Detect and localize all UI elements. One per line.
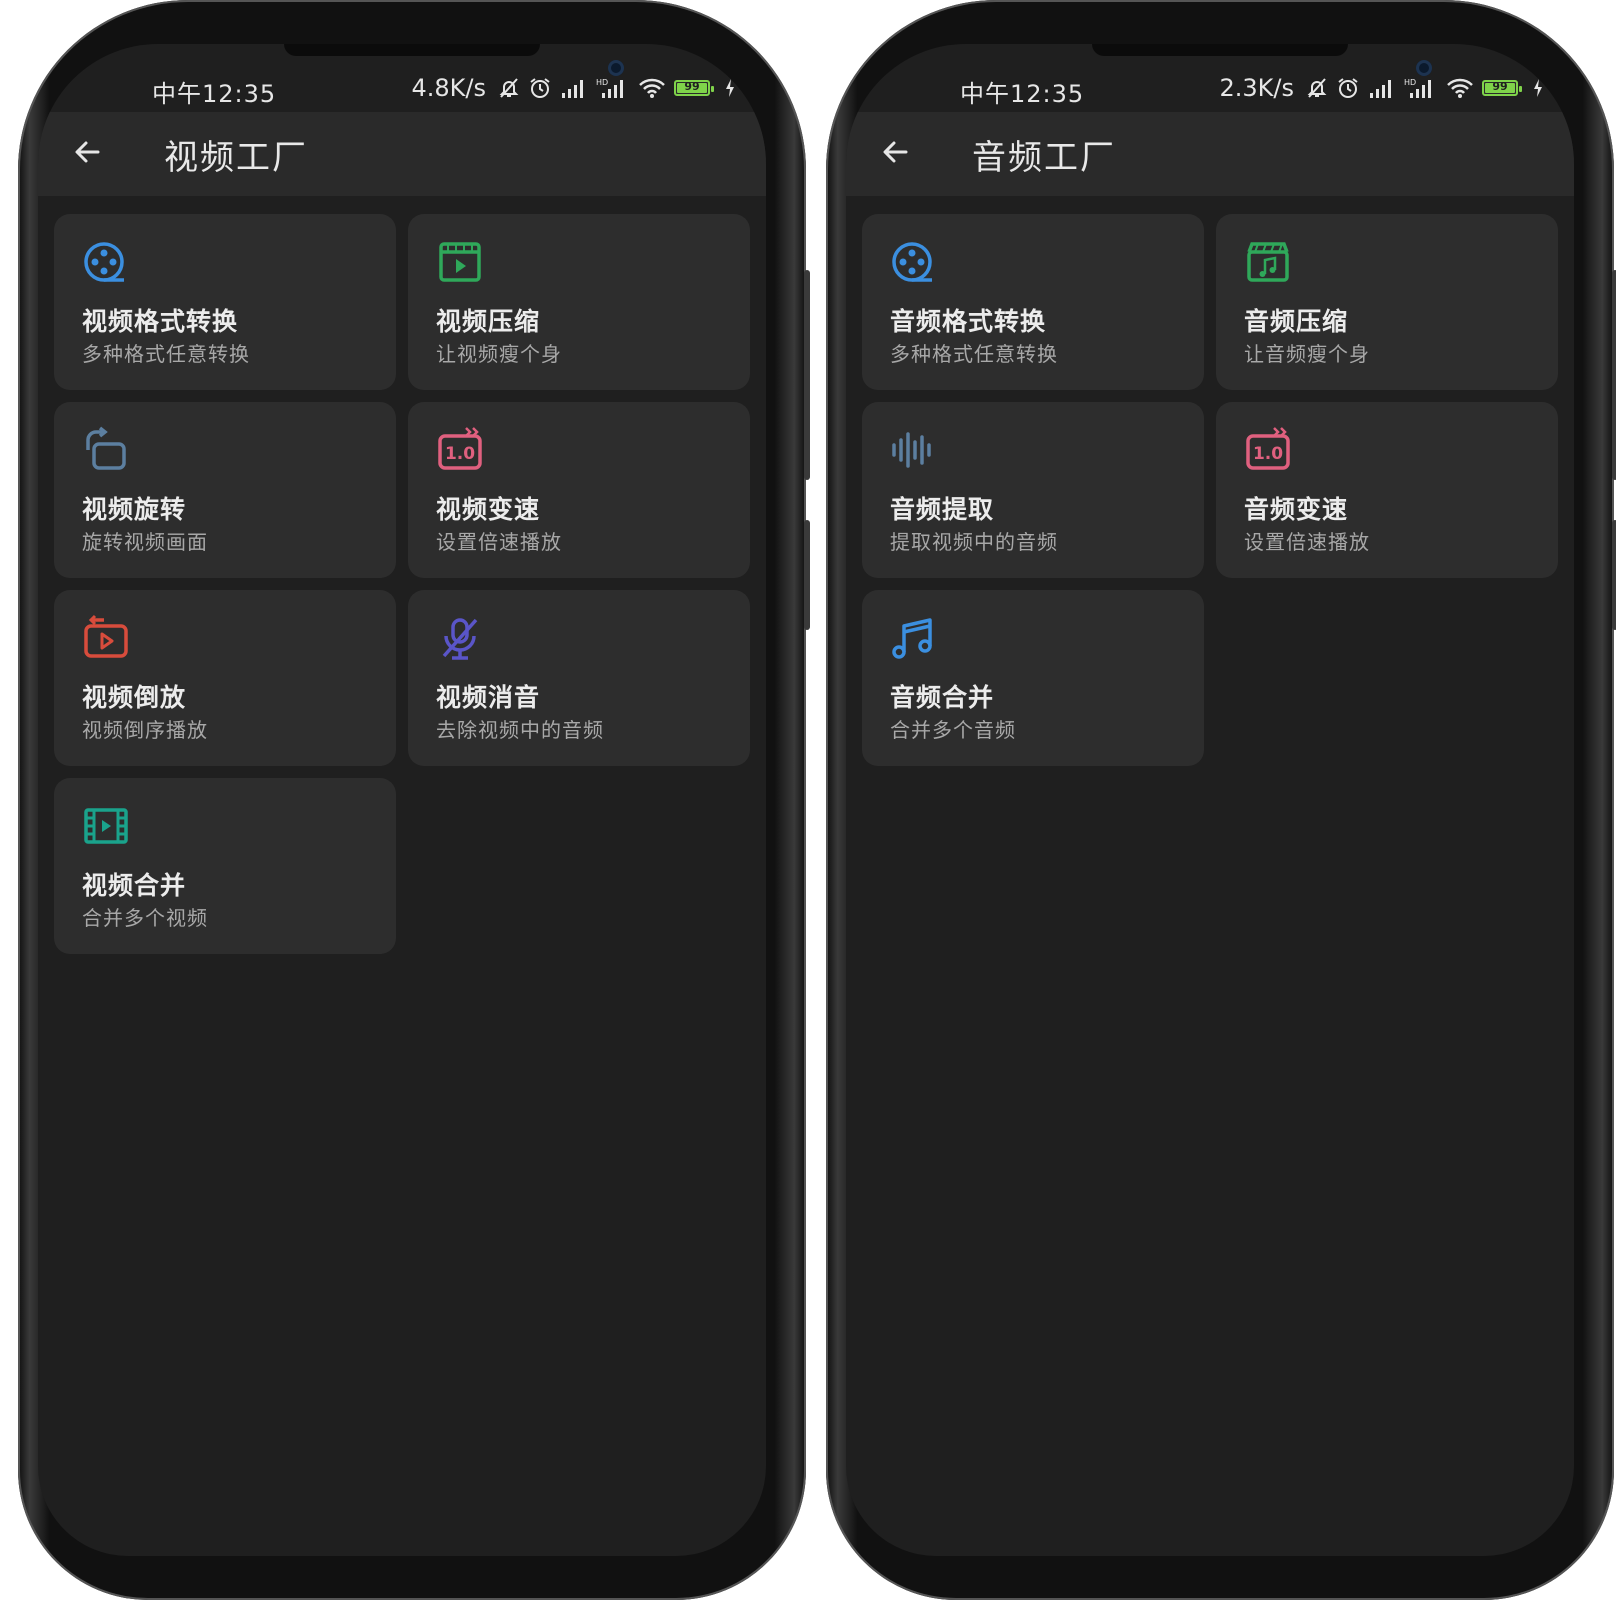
card-title: 音频压缩	[1244, 307, 1349, 336]
tool-card-mute[interactable]: 视频消音 去除视频中的音频	[408, 590, 750, 766]
page-title: 音频工厂	[972, 138, 1116, 178]
network-speed: 4.8K/s	[411, 74, 487, 102]
tool-card-speed[interactable]: 1.0 音频变速 设置倍速播放	[1216, 402, 1558, 578]
screen: 中午12:35 4.8K/s HD 99 视频工厂 视频格式转换 多种格式任意转…	[38, 44, 766, 1556]
tool-grid: 音频格式转换 多种格式任意转换 音频压缩 让音频瘦个身 音频提取 提取视频中的音…	[862, 214, 1558, 766]
sound-wave-icon	[892, 432, 931, 468]
tool-card-format-convert[interactable]: 视频格式转换 多种格式任意转换	[54, 214, 396, 390]
card-title: 音频合并	[890, 683, 995, 712]
mute-bell-icon	[499, 78, 519, 98]
rotate-icon	[86, 426, 126, 470]
status-time: 中午12:35	[960, 80, 1085, 108]
side-button	[804, 520, 810, 630]
charging-icon	[726, 79, 734, 97]
back-arrow-icon[interactable]	[876, 132, 916, 172]
card-title: 视频压缩	[436, 307, 541, 336]
battery-icon: 99	[674, 80, 714, 96]
tool-card-merge[interactable]: 音频合并 合并多个音频	[862, 590, 1204, 766]
card-subtitle: 设置倍速播放	[436, 530, 562, 554]
tool-card-compress[interactable]: 视频压缩 让视频瘦个身	[408, 214, 750, 390]
music-clapboard-icon	[1247, 242, 1289, 282]
card-subtitle: 视频倒序播放	[82, 718, 208, 742]
status-time: 中午12:35	[152, 80, 277, 108]
card-title: 音频变速	[1244, 495, 1349, 524]
video-play-frame-icon	[439, 242, 481, 282]
card-subtitle: 让音频瘦个身	[1244, 342, 1370, 366]
tool-card-speed[interactable]: 1.0 视频变速 设置倍速播放	[408, 402, 750, 578]
wifi-icon	[639, 78, 665, 98]
alarm-icon	[1338, 78, 1358, 98]
card-title: 视频旋转	[82, 495, 187, 524]
card-subtitle: 提取视频中的音频	[890, 530, 1058, 554]
music-note-icon	[892, 618, 932, 659]
app-bar: 音频工厂	[846, 112, 1574, 196]
card-subtitle: 设置倍速播放	[1244, 530, 1370, 554]
signal-hd-icon: HD	[1404, 78, 1431, 98]
side-button	[1612, 520, 1616, 630]
svg-text:HD: HD	[596, 78, 608, 87]
card-title: 音频提取	[890, 495, 995, 524]
mic-off-icon	[442, 618, 478, 660]
card-title: 视频合并	[82, 871, 187, 900]
card-subtitle: 多种格式任意转换	[82, 342, 250, 366]
side-button	[804, 270, 810, 480]
network-speed: 2.3K/s	[1219, 74, 1295, 102]
notch	[1092, 44, 1348, 56]
notch	[284, 44, 540, 56]
phone-video-factory: 中午12:35 4.8K/s HD 99 视频工厂 视频格式转换 多种格式任意转…	[18, 0, 810, 1600]
status-bar: 中午12:35 2.3K/s HD 99	[846, 64, 1574, 112]
card-title: 视频倒放	[82, 683, 187, 712]
card-title: 视频格式转换	[82, 307, 239, 336]
phone-audio-factory: 中午12:35 2.3K/s HD 99 音频工厂 音频格式转换 多种格式任意转…	[826, 0, 1616, 1600]
tool-card-extract[interactable]: 音频提取 提取视频中的音频	[862, 402, 1204, 578]
card-subtitle: 多种格式任意转换	[890, 342, 1058, 366]
signal-icon	[562, 80, 583, 98]
svg-text:HD: HD	[1404, 78, 1416, 87]
mute-bell-icon	[1307, 78, 1327, 98]
card-title: 视频消音	[436, 683, 541, 712]
screen: 中午12:35 2.3K/s HD 99 音频工厂 音频格式转换 多种格式任意转…	[846, 44, 1574, 1556]
signal-hd-icon: HD	[596, 78, 623, 98]
battery-icon: 99	[1482, 80, 1522, 96]
signal-icon	[1370, 80, 1391, 98]
card-subtitle: 旋转视频画面	[82, 530, 208, 554]
back-arrow-icon[interactable]	[68, 132, 108, 172]
film-strip-icon	[84, 808, 128, 844]
app-bar: 视频工厂	[38, 112, 766, 196]
film-reel-icon	[84, 242, 124, 282]
charging-icon	[1534, 79, 1542, 97]
card-subtitle: 让视频瘦个身	[436, 342, 562, 366]
speed-icon: 1.0	[438, 427, 482, 470]
status-icons: 4.8K/s HD 99	[412, 74, 737, 102]
card-subtitle: 合并多个音频	[890, 718, 1016, 742]
tool-grid: 视频格式转换 多种格式任意转换 视频压缩 让视频瘦个身 视频旋转 旋转视频画面 …	[54, 214, 750, 954]
reverse-play-icon	[84, 614, 128, 658]
card-title: 音频格式转换	[890, 307, 1047, 336]
svg-text:1.0: 1.0	[1253, 444, 1283, 464]
tool-card-reverse[interactable]: 视频倒放 视频倒序播放	[54, 590, 396, 766]
film-reel-icon	[892, 242, 932, 282]
side-button	[1612, 270, 1616, 480]
tool-card-format-convert[interactable]: 音频格式转换 多种格式任意转换	[862, 214, 1204, 390]
tool-card-rotate[interactable]: 视频旋转 旋转视频画面	[54, 402, 396, 578]
status-icons: 2.3K/s HD 99	[1220, 74, 1545, 102]
alarm-icon	[530, 78, 550, 98]
card-subtitle: 去除视频中的音频	[436, 718, 604, 742]
svg-text:1.0: 1.0	[445, 444, 475, 464]
card-title: 视频变速	[436, 495, 541, 524]
tool-card-merge[interactable]: 视频合并 合并多个视频	[54, 778, 396, 954]
speed-icon: 1.0	[1246, 427, 1290, 470]
wifi-icon	[1447, 78, 1473, 98]
card-subtitle: 合并多个视频	[82, 906, 208, 930]
tool-card-compress[interactable]: 音频压缩 让音频瘦个身	[1216, 214, 1558, 390]
status-bar: 中午12:35 4.8K/s HD 99	[38, 64, 766, 112]
page-title: 视频工厂	[164, 138, 308, 178]
